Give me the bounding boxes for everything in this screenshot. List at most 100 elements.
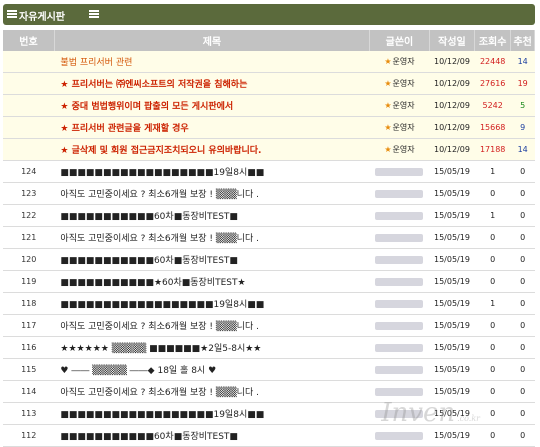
notice-rec: 14	[510, 138, 535, 161]
post-title[interactable]: ■■■■■■■■■■■★60차■동장비TEST★	[54, 270, 370, 293]
post-title[interactable]: ♥ ―― ▒▒▒▒▒ ――◆ 18일 홀 8시 ♥	[54, 358, 370, 381]
post-views: 0	[474, 248, 511, 271]
post-date: 15/05/19	[429, 160, 475, 183]
post-title[interactable]: ★★★★★★ ▒▒▒▒▒ ■■■■■■★2일5-8시★★	[54, 336, 370, 359]
col-author-header[interactable]: 글쓴이	[369, 30, 430, 51]
post-author[interactable]	[369, 226, 430, 249]
post-author[interactable]	[369, 204, 430, 227]
notice-author[interactable]: ★운영자	[369, 94, 430, 117]
admin-star-icon: ★	[384, 79, 392, 88]
post-author[interactable]	[369, 314, 430, 337]
post-row[interactable]: 118 ■■■■■■■■■■■■■■■■■■19일8시■■ 15/05/19 1…	[3, 292, 535, 315]
post-row[interactable]: 120 ■■■■■■■■■■■60차■동장비TEST■ 15/05/19 0 0	[3, 248, 535, 271]
col-date-header[interactable]: 작성일	[429, 30, 475, 51]
post-title[interactable]: 아직도 고민중이세요 ? 최소6개월 보장 ! ▒▒▒니다 .	[54, 226, 370, 249]
post-views: 0	[474, 358, 511, 381]
post-title[interactable]: ■■■■■■■■■■■60차■동장비TEST■	[54, 204, 370, 227]
post-num: 116	[3, 336, 55, 359]
post-row[interactable]: 124 ■■■■■■■■■■■■■■■■■■19일8시■■ 15/05/19 1…	[3, 160, 535, 183]
post-rec: 0	[510, 314, 535, 337]
post-author[interactable]	[369, 292, 430, 315]
notice-rec: 19	[510, 72, 535, 95]
post-author[interactable]	[369, 160, 430, 183]
post-num: 124	[3, 160, 55, 183]
post-author[interactable]	[369, 336, 430, 359]
post-title[interactable]: ■■■■■■■■■■■■■■■■■■19일8시■■	[54, 292, 370, 315]
post-author[interactable]	[369, 248, 430, 271]
post-num: 121	[3, 226, 55, 249]
post-title[interactable]: ■■■■■■■■■■■60차■동장비TEST■	[54, 424, 370, 447]
notice-row[interactable]: ★ 글삭제 및 회원 접근금지조치되오니 유의바랍니다. ★운영자 10/12/…	[3, 138, 535, 161]
notice-row[interactable]: ★ 프리서버 관련글을 게재할 경우 ★운영자 10/12/09 15668 9	[3, 116, 535, 139]
col-title-header[interactable]: 제목	[54, 30, 370, 51]
post-views: 0	[474, 270, 511, 293]
post-row[interactable]: 116 ★★★★★★ ▒▒▒▒▒ ■■■■■■★2일5-8시★★ 15/05/1…	[3, 336, 535, 359]
post-rec: 0	[510, 182, 535, 205]
notice-title[interactable]: ★ 중대 범법행위이며 팝출의 모든 게시판에서	[54, 94, 370, 117]
post-views: 1	[474, 204, 511, 227]
notice-title[interactable]: ★ 프리서버는 ㈜엔씨소프트의 저작권을 침해하는	[54, 72, 370, 95]
notice-row[interactable]: 불법 프리서버 관련 ★운영자 10/12/09 22448 14	[3, 51, 535, 73]
post-title[interactable]: ■■■■■■■■■■■■■■■■■■19일8시■■	[54, 402, 370, 425]
post-author[interactable]	[369, 182, 430, 205]
notice-num	[3, 116, 55, 139]
post-row[interactable]: 123 아직도 고민중이세요 ? 최소6개월 보장 ! ▒▒▒니다 . 15/0…	[3, 182, 535, 205]
post-row[interactable]: 117 아직도 고민중이세요 ? 최소6개월 보장 ! ▒▒▒니다 . 15/0…	[3, 314, 535, 337]
post-row[interactable]: 115 ♥ ―― ▒▒▒▒▒ ――◆ 18일 홀 8시 ♥ 15/05/19 0…	[3, 358, 535, 381]
post-rec: 0	[510, 204, 535, 227]
notice-author[interactable]: ★운영자	[369, 72, 430, 95]
post-rec: 0	[510, 358, 535, 381]
notice-row[interactable]: ★ 중대 범법행위이며 팝출의 모든 게시판에서 ★운영자 10/12/09 5…	[3, 94, 535, 117]
post-num: 117	[3, 314, 55, 337]
post-row[interactable]: 122 ■■■■■■■■■■■60차■동장비TEST■ 15/05/19 1 0	[3, 204, 535, 227]
post-title[interactable]: ■■■■■■■■■■■60차■동장비TEST■	[54, 248, 370, 271]
author-blurred	[375, 277, 424, 286]
notice-row[interactable]: ★ 프리서버는 ㈜엔씨소프트의 저작권을 침해하는 ★운영자 10/12/09 …	[3, 72, 535, 95]
notice-author[interactable]: ★운영자	[369, 138, 430, 161]
post-num: 123	[3, 182, 55, 205]
post-num: 115	[3, 358, 55, 381]
col-views-header[interactable]: 조회수	[474, 30, 512, 51]
post-row[interactable]: 119 ■■■■■■■■■■■★60차■동장비TEST★ 15/05/19 0 …	[3, 270, 535, 293]
author-blurred	[375, 255, 424, 264]
post-date: 15/05/19	[429, 358, 475, 381]
author-blurred	[375, 189, 424, 198]
notice-num	[3, 94, 55, 117]
post-author[interactable]	[369, 270, 430, 293]
admin-star-icon: ★	[384, 123, 392, 132]
post-rec: 0	[510, 380, 535, 403]
notice-title[interactable]: 불법 프리서버 관련	[54, 51, 370, 73]
post-num: 119	[3, 270, 55, 293]
post-title[interactable]: ■■■■■■■■■■■■■■■■■■19일8시■■	[54, 160, 370, 183]
post-title[interactable]: 아직도 고민중이세요 ? 최소6개월 보장 ! ▒▒▒니다 .	[54, 380, 370, 403]
post-author[interactable]	[369, 358, 430, 381]
menu-icon-left	[7, 10, 17, 19]
post-date: 15/05/19	[429, 270, 475, 293]
admin-star-icon: ★	[384, 101, 392, 110]
post-num: 118	[3, 292, 55, 315]
notice-rec: 9	[510, 116, 535, 139]
notice-date: 10/12/09	[429, 51, 475, 73]
notice-num	[3, 138, 55, 161]
notice-title[interactable]: ★ 프리서버 관련글을 게재할 경우	[54, 116, 370, 139]
post-row[interactable]: 121 아직도 고민중이세요 ? 최소6개월 보장 ! ▒▒▒니다 . 15/0…	[3, 226, 535, 249]
notice-title[interactable]: ★ 글삭제 및 회원 접근금지조치되오니 유의바랍니다.	[54, 138, 370, 161]
post-date: 15/05/19	[429, 182, 475, 205]
author-blurred	[375, 211, 424, 220]
board-title[interactable]: 자유게시판	[19, 8, 65, 23]
post-table: 번호 제목 글쓴이 작성일 조회수 추천 불법 프리서버 관련 ★운영자 10/…	[3, 30, 535, 447]
post-rec: 0	[510, 292, 535, 315]
notice-num	[3, 72, 55, 95]
notice-views: 27616	[474, 72, 511, 95]
post-num: 114	[3, 380, 55, 403]
col-rec-header[interactable]: 추천	[510, 30, 535, 51]
post-title[interactable]: 아직도 고민중이세요 ? 최소6개월 보장 ! ▒▒▒니다 .	[54, 182, 370, 205]
notice-author[interactable]: ★운영자	[369, 116, 430, 139]
notice-views: 5242	[474, 94, 511, 117]
post-date: 15/05/19	[429, 314, 475, 337]
notice-author[interactable]: ★운영자	[369, 51, 430, 73]
col-num-header[interactable]: 번호	[3, 30, 55, 51]
notice-date: 10/12/09	[429, 138, 475, 161]
post-date: 15/05/19	[429, 248, 475, 271]
post-title[interactable]: 아직도 고민중이세요 ? 최소6개월 보장 ! ▒▒▒니다 .	[54, 314, 370, 337]
